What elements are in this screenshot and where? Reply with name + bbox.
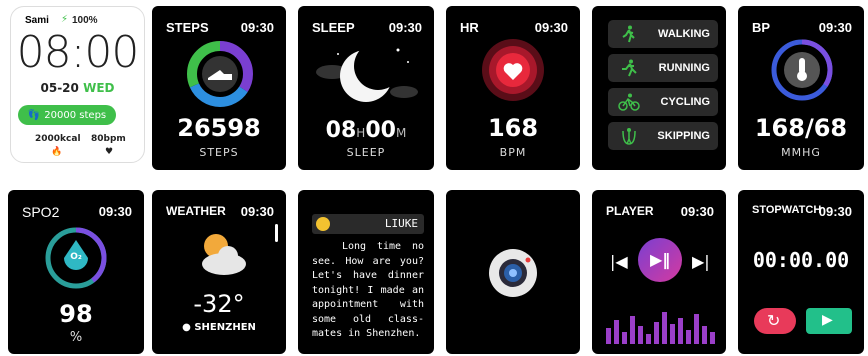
battery-level: 100% — [72, 15, 98, 26]
message-screen: LIUKE Long time no see. How are you? Let… — [298, 190, 434, 354]
weather-screen: WEATHER 09:30 -32° ● SHENZHEN — [152, 190, 286, 354]
bp-value: 168/68 — [754, 114, 848, 142]
sport-item-cycling[interactable]: CYCLING — [608, 88, 718, 116]
screen-title: SPO2 — [22, 204, 60, 220]
sport-label: SKIPPING — [657, 130, 710, 142]
steps-pill-label: 20000 steps — [44, 109, 107, 121]
steps-screen: STEPS 09:30 26598 STEPS — [152, 6, 286, 170]
heart-rate-screen: HR 09:30 168 BPM — [446, 6, 580, 170]
status-time: 09:30 — [240, 204, 274, 219]
message-header: LIUKE — [312, 214, 424, 234]
status-time: 09:30 — [680, 204, 714, 219]
kcal-value: 2000kcal — [35, 134, 81, 144]
music-player-screen: PLAYER 09:30 |◀ ▶‖ ▶| — [592, 190, 726, 354]
stopwatch-screen: STOPWATCH 09:30 00:00.00 ↻ ▶ — [738, 190, 864, 354]
city-name: ● SHENZHEN — [152, 322, 286, 333]
heart-rate-label: BPM — [499, 146, 527, 159]
status-time: 09:30 — [534, 20, 568, 35]
weekday-text: WED — [83, 81, 115, 95]
screen-title: PLAYER — [606, 204, 654, 218]
screen-title: SLEEP — [312, 20, 355, 35]
sports-menu-screen: WALKING RUNNING CYCLING SKIPPING — [592, 6, 726, 170]
sleep-label: SLEEP — [346, 146, 386, 159]
date-text: 05-20 — [40, 81, 79, 95]
screen-title: WEATHER — [166, 204, 226, 218]
steps-ring — [187, 41, 253, 107]
start-button[interactable]: ▶ — [806, 308, 852, 334]
status-time: 09:30 — [388, 20, 422, 35]
sleep-minutes: 00 — [365, 118, 396, 143]
wechat-icon — [316, 217, 330, 231]
steps-value: 26598 — [177, 114, 261, 142]
screen-title: STOPWATCH — [752, 204, 822, 216]
status-time: 09:30 — [818, 20, 852, 35]
hours-unit: H — [356, 126, 366, 140]
steps-label: STEPS — [199, 146, 239, 159]
screen-title: BP — [752, 20, 771, 35]
spo2-value: 98 — [59, 300, 93, 328]
sleep-duration: 08H00M — [298, 118, 434, 143]
clock-time: 08:00 — [16, 27, 140, 78]
status-time: 09:30 — [240, 20, 274, 35]
previous-track-icon[interactable]: |◀ — [610, 252, 628, 271]
play-pause-icon: ▶‖ — [650, 250, 671, 269]
minutes-unit: M — [395, 126, 407, 140]
oxygen-symbol: O₂ — [70, 252, 82, 262]
city-text: SHENZHEN — [194, 322, 256, 333]
message-body: Long time no see. How are you? Let's hav… — [312, 241, 424, 339]
sport-label: CYCLING — [660, 96, 711, 108]
running-icon — [616, 57, 642, 79]
cycling-icon — [616, 91, 642, 113]
reset-icon: ↻ — [767, 311, 781, 330]
camera-icon[interactable] — [488, 248, 538, 298]
watch-face-screen: Sami ⚡ 100% 08:00 05-20 WED 👣 20000 steps… — [10, 6, 145, 163]
moon-icon — [316, 42, 418, 102]
sport-item-skipping[interactable]: SKIPPING — [608, 122, 718, 150]
blood-pressure-screen: BP 09:30 168/68 MMHG — [738, 6, 864, 170]
reset-button[interactable]: ↻ — [754, 308, 796, 334]
sport-item-walking[interactable]: WALKING — [608, 20, 718, 48]
steps-pill[interactable]: 👣 20000 steps — [18, 105, 116, 125]
clock-date: 05-20 WED — [11, 81, 144, 95]
location-pin-icon: ● — [182, 322, 191, 333]
sleep-screen: SLEEP 09:30 08H00M SLEEP — [298, 6, 434, 170]
sender-name: LIUKE — [384, 217, 418, 230]
sport-label: RUNNING — [658, 62, 710, 74]
bp-unit: MMHG — [781, 146, 821, 159]
partly-cloudy-icon — [202, 234, 246, 275]
play-icon: ▶ — [822, 312, 833, 328]
bpm-value: 80bpm — [91, 134, 126, 144]
heart-pulse-icon — [482, 39, 544, 101]
next-track-icon[interactable]: ▶| — [692, 252, 710, 271]
spo2-unit: % — [69, 330, 83, 345]
scrollbar[interactable] — [275, 224, 278, 242]
audio-equalizer — [606, 312, 715, 344]
flame-icon: 🔥 — [51, 147, 63, 157]
status-time: 09:30 — [818, 204, 852, 219]
heart-rate-value: 168 — [487, 114, 539, 142]
screen-title: HR — [460, 20, 479, 35]
bp-ring — [771, 39, 833, 101]
sport-label: WALKING — [658, 28, 710, 40]
temperature: -32° — [193, 290, 245, 318]
user-name: Sami — [25, 15, 49, 26]
walking-icon — [616, 23, 642, 45]
heart-icon: ♥ — [105, 147, 114, 157]
screen-title: STEPS — [166, 20, 209, 35]
skipping-icon — [616, 125, 642, 147]
camera-screen — [446, 190, 580, 354]
status-time: 09:30 — [98, 204, 132, 219]
sleep-hours: 08 — [325, 118, 357, 143]
battery-icon: ⚡ — [61, 14, 69, 25]
footprint-icon: 👣 — [27, 109, 41, 121]
sport-item-running[interactable]: RUNNING — [608, 54, 718, 82]
stopwatch-value: 00:00.00 — [752, 248, 850, 272]
spo2-screen: SPO2 09:30 O₂ 98 % — [8, 190, 144, 354]
play-pause-button[interactable]: ▶‖ — [638, 238, 682, 282]
